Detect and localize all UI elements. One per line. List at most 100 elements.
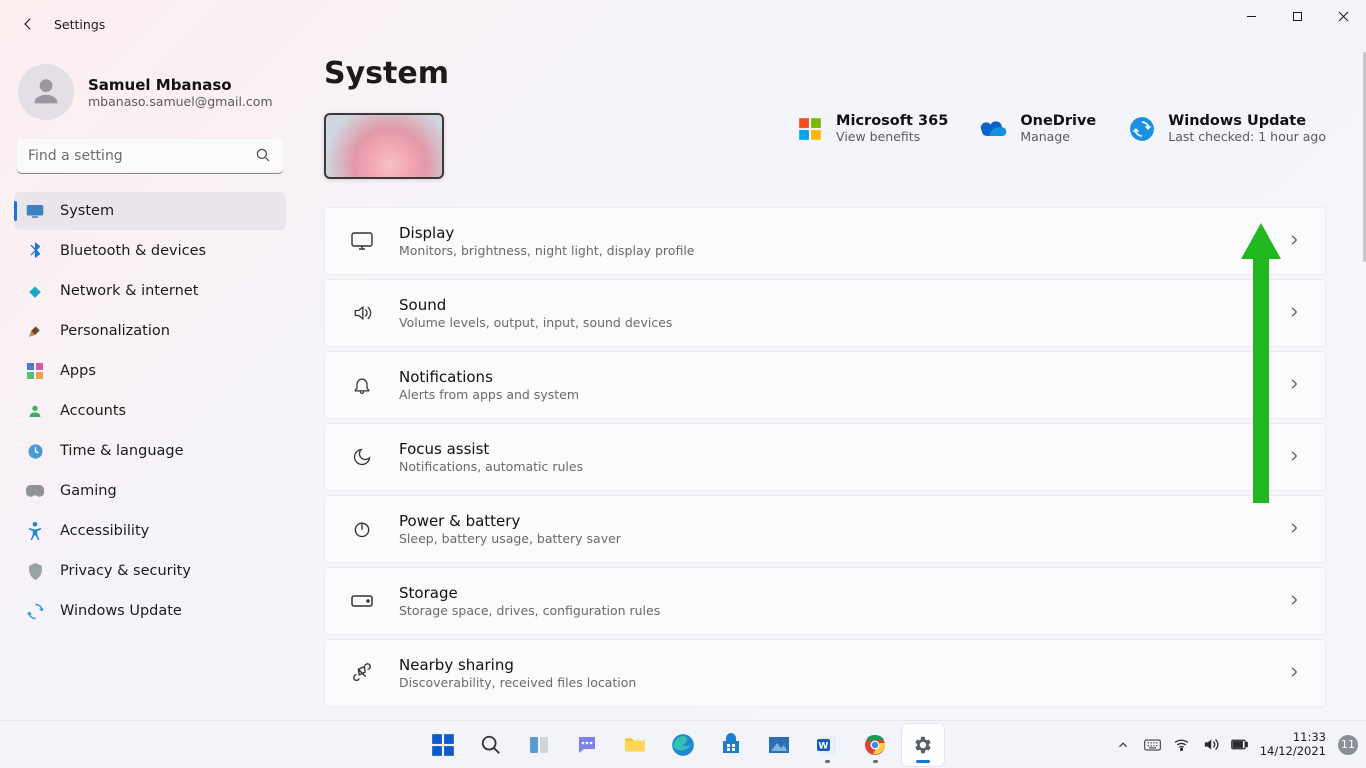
task-view[interactable] [518, 724, 560, 766]
taskbar-chat[interactable] [566, 724, 608, 766]
window-controls [1228, 0, 1366, 40]
taskbar-chrome[interactable] [854, 724, 896, 766]
sidebar-item-time[interactable]: Time & language [14, 432, 286, 470]
row-title: Notifications [399, 368, 579, 386]
tile-sub: Last checked: 1 hour ago [1168, 129, 1326, 144]
sidebar-item-apps[interactable]: Apps [14, 352, 286, 390]
taskbar-explorer[interactable] [614, 724, 656, 766]
profile-email: mbanaso.samuel@gmail.com [88, 94, 273, 109]
sidebar-item-personalize[interactable]: Personalization [14, 312, 286, 350]
start-button[interactable] [422, 724, 464, 766]
search-box[interactable] [16, 138, 284, 174]
tray-keyboard-icon[interactable] [1144, 736, 1161, 753]
taskbar: W 11:33 14/12/2021 11 [0, 720, 1366, 768]
sidebar-item-label: Accessibility [60, 523, 149, 539]
sidebar-item-gaming[interactable]: Gaming [14, 472, 286, 510]
sidebar-item-label: Time & language [60, 443, 184, 459]
taskbar-edge[interactable] [662, 724, 704, 766]
taskbar-settings[interactable] [902, 724, 944, 766]
nearby-icon [349, 660, 375, 686]
sidebar-item-label: Windows Update [60, 603, 182, 619]
sidebar-item-privacy[interactable]: Privacy & security [14, 552, 286, 590]
folder-icon [622, 732, 648, 758]
accounts-icon [26, 402, 44, 420]
tile-sub: Manage [1020, 129, 1096, 144]
sidebar-item-label: System [60, 203, 114, 219]
maximize-button[interactable] [1274, 0, 1320, 32]
row-title: Power & battery [399, 512, 621, 530]
focus-icon [349, 444, 375, 470]
tile-windows-update[interactable]: Windows Update Last checked: 1 hour ago [1128, 113, 1326, 144]
bluetooth-icon [26, 242, 44, 260]
search-icon [480, 734, 502, 756]
row-nearby[interactable]: Nearby sharingDiscoverability, received … [324, 639, 1326, 707]
windows-update-icon [1128, 115, 1156, 143]
edge-icon [670, 732, 696, 758]
sound-icon [349, 300, 375, 326]
profile-name: Samuel Mbanaso [88, 76, 273, 94]
row-storage[interactable]: StorageStorage space, drives, configurat… [324, 567, 1326, 635]
sidebar-item-update[interactable]: Windows Update [14, 592, 286, 630]
chevron-right-icon [1287, 304, 1301, 323]
row-focus[interactable]: Focus assistNotifications, automatic rul… [324, 423, 1326, 491]
window-title: Settings [54, 17, 105, 32]
sidebar-item-accessibility[interactable]: Accessibility [14, 512, 286, 550]
windows-icon [430, 732, 456, 758]
personalize-icon [26, 322, 44, 340]
photos-icon [767, 733, 791, 757]
chevron-right-icon [1287, 520, 1301, 539]
desktop-preview[interactable] [324, 113, 444, 179]
tray-chevron-up-icon[interactable] [1115, 736, 1132, 753]
search-input[interactable] [16, 138, 284, 174]
profile-block[interactable]: Samuel Mbanaso mbanaso.samuel@gmail.com [14, 58, 286, 138]
system-icon [26, 202, 44, 220]
back-button[interactable] [14, 10, 42, 38]
tray-wifi-icon[interactable] [1173, 736, 1190, 753]
taskbar-store[interactable] [710, 724, 752, 766]
tile-onedrive[interactable]: OneDrive Manage [980, 113, 1096, 144]
row-sub: Notifications, automatic rules [399, 459, 583, 474]
tile-sub: View benefits [836, 129, 948, 144]
network-icon: ◆ [26, 282, 44, 300]
minimize-button[interactable] [1228, 0, 1274, 32]
notification-badge[interactable]: 11 [1338, 735, 1358, 755]
row-notif[interactable]: NotificationsAlerts from apps and system [324, 351, 1326, 419]
taskbar-time: 11:33 [1260, 731, 1326, 744]
sidebar-item-bluetooth[interactable]: Bluetooth & devices [14, 232, 286, 270]
row-sound[interactable]: SoundVolume levels, output, input, sound… [324, 279, 1326, 347]
row-power[interactable]: Power & batterySleep, battery usage, bat… [324, 495, 1326, 563]
privacy-icon [26, 562, 44, 580]
onedrive-icon [980, 115, 1008, 143]
taskbar-word[interactable]: W [806, 724, 848, 766]
taskbar-clock[interactable]: 11:33 14/12/2021 [1260, 731, 1326, 757]
close-button[interactable] [1320, 0, 1366, 32]
tray-battery-icon[interactable] [1231, 736, 1248, 753]
row-display[interactable]: DisplayMonitors, brightness, night light… [324, 207, 1326, 275]
sidebar-item-label: Accounts [60, 403, 126, 419]
sidebar-item-label: Network & internet [60, 283, 198, 299]
sidebar-item-accounts[interactable]: Accounts [14, 392, 286, 430]
tile-title: Microsoft 365 [836, 113, 948, 129]
sidebar-item-network[interactable]: ◆ Network & internet [14, 272, 286, 310]
word-icon: W [815, 733, 839, 757]
page-title: System [324, 56, 1326, 91]
taskbar-search[interactable] [470, 724, 512, 766]
sidebar-item-system[interactable]: System [14, 192, 286, 230]
accessibility-icon [26, 522, 44, 540]
power-icon [349, 516, 375, 542]
row-sub: Discoverability, received files location [399, 675, 636, 690]
search-icon [254, 146, 274, 166]
taskbar-app-photos[interactable] [758, 724, 800, 766]
tile-microsoft365[interactable]: Microsoft 365 View benefits [796, 113, 948, 144]
chevron-right-icon [1287, 376, 1301, 395]
sidebar-item-label: Apps [60, 363, 96, 379]
avatar [18, 64, 74, 120]
sidebar-item-label: Bluetooth & devices [60, 243, 206, 259]
row-sub: Storage space, drives, configuration rul… [399, 603, 660, 618]
row-sub: Monitors, brightness, night light, displ… [399, 243, 694, 258]
chat-icon [575, 733, 599, 757]
tray-volume-icon[interactable] [1202, 736, 1219, 753]
storage-icon [349, 588, 375, 614]
row-title: Display [399, 224, 694, 242]
notif-icon [349, 372, 375, 398]
